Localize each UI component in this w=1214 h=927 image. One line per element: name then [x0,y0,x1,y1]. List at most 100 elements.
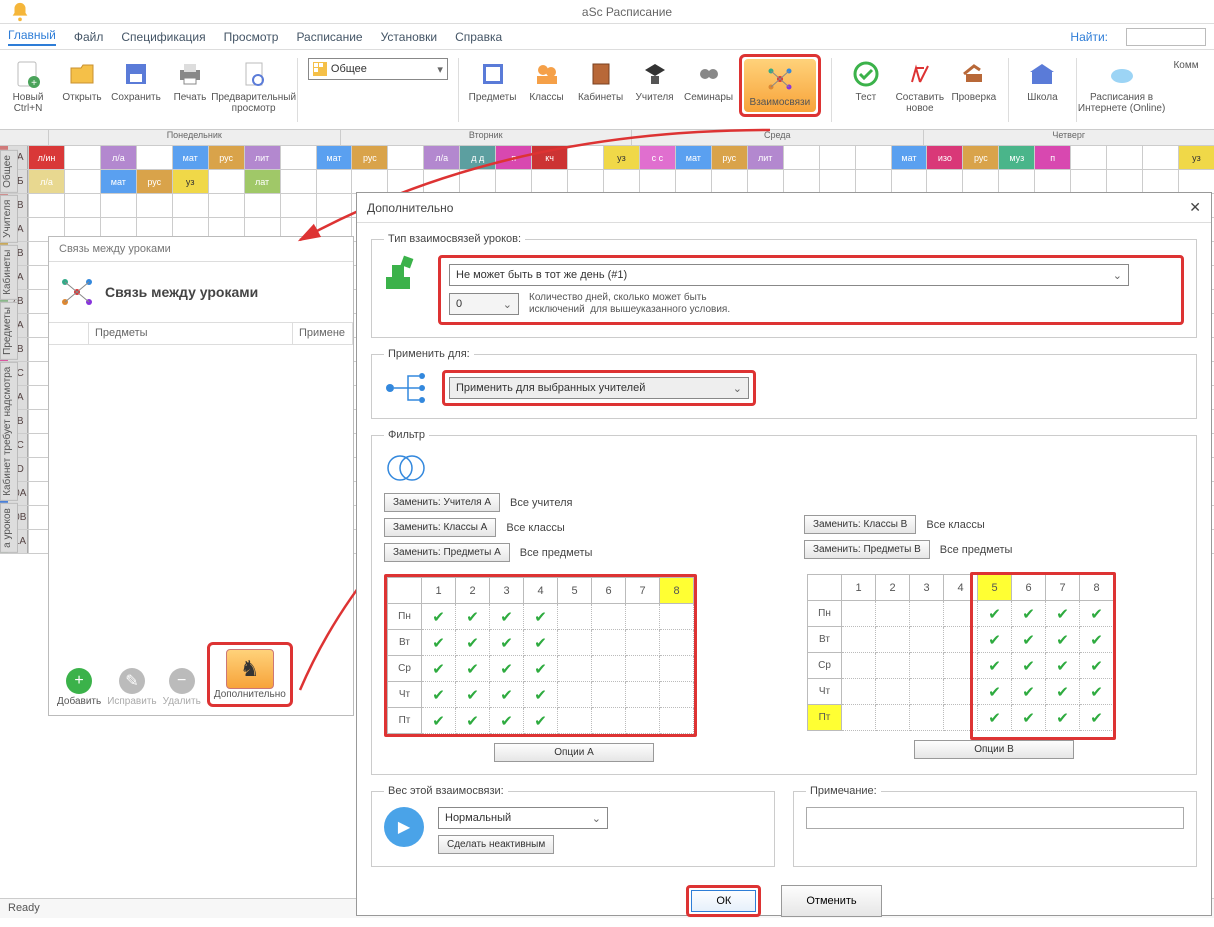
schedule-cell[interactable]: п [495,146,531,169]
schedule-cell[interactable]: мат [100,170,136,193]
schedule-cell[interactable] [316,170,352,193]
schedule-cell[interactable] [459,170,495,193]
schedule-cell[interactable] [387,146,423,169]
schedule-cell[interactable] [172,194,208,217]
grid-cell[interactable] [626,604,660,630]
grid-cell[interactable] [910,679,944,705]
schedule-cell[interactable]: л/а [28,170,64,193]
ribbon-test[interactable]: Тест [842,54,890,107]
ribbon-generate[interactable]: Составить новое [896,54,944,118]
schedule-cell[interactable]: уз [1178,146,1214,169]
schedule-cell[interactable]: рус [351,146,387,169]
grid-cell[interactable]: ✔ [524,682,558,708]
grid-cell[interactable] [842,653,876,679]
schedule-cell[interactable]: рус [962,146,998,169]
schedule-cell[interactable] [244,194,280,217]
grid-cell[interactable] [944,627,978,653]
grid-cell[interactable] [592,604,626,630]
grid-cell[interactable]: ✔ [490,630,524,656]
ok-button[interactable]: ОК [691,890,756,912]
grid-cell[interactable] [558,604,592,630]
schedule-cell[interactable] [1142,146,1178,169]
grid-cell[interactable] [842,679,876,705]
schedule-cell[interactable] [280,194,316,217]
grid-cell[interactable] [876,679,910,705]
schedule-cell[interactable] [998,170,1034,193]
menu-view[interactable]: Просмотр [224,30,279,44]
grid-cell[interactable]: ✔ [1012,601,1046,627]
ribbon-open[interactable]: Открыть [58,54,106,107]
schedule-cell[interactable] [1178,170,1214,193]
note-input[interactable] [806,807,1184,829]
grid-cell[interactable]: ✔ [1012,653,1046,679]
grid-cell[interactable]: ✔ [1012,679,1046,705]
schedule-cell[interactable]: л/а [423,146,459,169]
grid-cell[interactable] [592,708,626,734]
schedule-cell[interactable]: л/а [100,146,136,169]
grid-cell[interactable]: ✔ [456,682,490,708]
grid-cell[interactable] [660,656,694,682]
grid-cell[interactable] [626,630,660,656]
schedule-cell[interactable] [855,146,891,169]
grid-cell[interactable] [910,653,944,679]
ribbon-save[interactable]: Сохранить [112,54,160,107]
schedule-cell[interactable]: лит [747,146,783,169]
schedule-cell[interactable]: лит [244,146,280,169]
menu-schedule[interactable]: Расписание [296,30,362,44]
schedule-cell[interactable] [1106,170,1142,193]
grid-cell[interactable] [660,708,694,734]
schedule-cell[interactable] [639,170,675,193]
days-combo[interactable]: 0⌄ [449,293,519,315]
side-tabs[interactable]: а уроков Кабинет требует надсмотра Предм… [0,150,18,553]
grid-cell[interactable] [626,656,660,682]
menu-spec[interactable]: Спецификация [121,30,205,44]
grid-cell[interactable] [842,627,876,653]
grid-cell[interactable]: ✔ [490,656,524,682]
grid-cell[interactable] [558,708,592,734]
ribbon-preview[interactable]: Предварительный просмотр [220,54,287,118]
menu-help[interactable]: Справка [455,30,502,44]
schedule-cell[interactable] [423,170,459,193]
apply-combo[interactable]: Применить для выбранных учителей⌄ [449,377,749,399]
grid-cell[interactable]: ✔ [490,604,524,630]
grid-cell[interactable] [876,601,910,627]
schedule-cell[interactable] [208,194,244,217]
grid-cell[interactable]: ✔ [490,682,524,708]
replace-teachers-a-button[interactable]: Заменить: Учителя А [384,493,500,512]
schedule-cell[interactable]: рус [711,146,747,169]
grid-cell[interactable] [660,604,694,630]
grid-cell[interactable] [944,601,978,627]
ribbon-subjects[interactable]: Предметы [469,54,517,107]
play-icon[interactable]: ▶ [384,807,424,847]
ribbon-relations[interactable]: Взаимосвязи [744,59,817,112]
schedule-cell[interactable] [28,194,64,217]
schedule-cell[interactable] [675,170,711,193]
schedule-cell[interactable]: мат [316,146,352,169]
grid-cell[interactable] [842,601,876,627]
replace-classes-b-button[interactable]: Заменить: Классы В [804,515,916,534]
grid-cell[interactable]: ✔ [524,630,558,656]
schedule-cell[interactable]: изо [926,146,962,169]
grid-cell[interactable] [876,705,910,731]
schedule-cell[interactable] [136,194,172,217]
schedule-cell[interactable] [819,146,855,169]
side-tab-4[interactable]: Кабинет требует надсмотра [0,362,18,501]
schedule-cell[interactable] [280,170,316,193]
schedule-cell[interactable] [711,170,747,193]
link-add-button[interactable]: +Добавить [57,668,101,707]
grid-cell[interactable] [944,679,978,705]
schedule-cell[interactable] [64,194,100,217]
grid-cell[interactable]: ✔ [422,604,456,630]
schedule-cell[interactable]: мат [675,146,711,169]
side-tab-2[interactable]: Кабинеты [0,245,18,300]
ribbon-classes[interactable]: Классы [523,54,571,107]
schedule-cell[interactable]: п [1034,146,1070,169]
grid-cell[interactable] [910,705,944,731]
grid-cell[interactable] [944,653,978,679]
grid-cell[interactable]: ✔ [1080,601,1114,627]
schedule-cell[interactable] [1070,146,1106,169]
grid-cell[interactable] [558,630,592,656]
grid-cell[interactable] [842,705,876,731]
grid-cell[interactable]: ✔ [978,705,1012,731]
schedule-grid-a[interactable]: 12345678Пн✔✔✔✔Вт✔✔✔✔Ср✔✔✔✔Чт✔✔✔✔Пт✔✔✔✔ [384,574,697,737]
